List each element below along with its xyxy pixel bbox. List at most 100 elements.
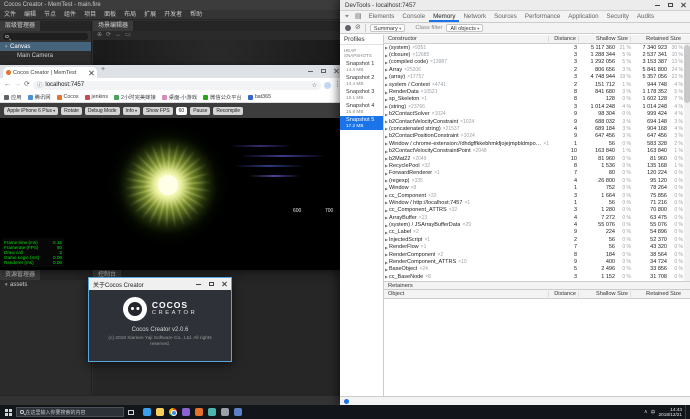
- objects-scope-select[interactable]: All objects: [446, 24, 483, 33]
- record-icon[interactable]: [345, 25, 351, 31]
- column-retained-size[interactable]: Retained Size: [630, 291, 690, 297]
- new-tab-button[interactable]: +: [101, 66, 105, 73]
- tray-expand-icon[interactable]: ∧: [644, 409, 648, 415]
- clear-icon[interactable]: ⊘: [355, 24, 361, 32]
- taskbar-app-icon[interactable]: [195, 408, 203, 416]
- heap-table-row[interactable]: RenderComponent_ATTRS ×10 9 400 0 % 34 7…: [384, 258, 690, 265]
- bookmark-item[interactable]: 腾讯网: [28, 93, 51, 101]
- about-title-bar[interactable]: 关于Cocos Creator: [89, 278, 231, 290]
- column-shallow-size[interactable]: Shallow Size: [578, 36, 630, 42]
- taskbar-app-icon[interactable]: [234, 408, 242, 416]
- preview-toolbar-button[interactable]: Debug Mode: [85, 107, 120, 115]
- forward-button[interactable]: →: [14, 80, 21, 90]
- address-bar[interactable]: ⓘ localhost:7457 ☆: [33, 81, 321, 90]
- table-scrollbar[interactable]: [684, 44, 690, 281]
- devtools-tab[interactable]: Network: [459, 11, 490, 22]
- heap-table-row[interactable]: b2ContactVelocityConstraint ×1024 9 688 …: [384, 118, 690, 125]
- column-retained-size[interactable]: Retained Size: [630, 36, 690, 42]
- heap-table-row[interactable]: BaseObject ×24 5 2 496 0 % 33 856 0 %: [384, 266, 690, 273]
- heap-table-row[interactable]: Window ×8 1 752 0 % 78 264 0 %: [384, 184, 690, 191]
- heap-table-row[interactable]: Window / chrome-extension://dhdgffkkebhm…: [384, 140, 690, 147]
- asset-item[interactable]: ▼ assets: [0, 280, 91, 289]
- column-shallow-size[interactable]: Shallow Size: [578, 291, 630, 297]
- bookmark-item[interactable]: jenkins: [85, 94, 109, 100]
- preview-toolbar-button[interactable]: Pause: [190, 107, 210, 115]
- heap-table-row[interactable]: b2ContactVelocityConstraintPoint ×2048 1…: [384, 147, 690, 154]
- snapshot-item[interactable]: Snapshot 3 15.1 MB: [340, 88, 383, 102]
- preview-toolbar-button[interactable]: Show FPS: [143, 107, 173, 115]
- heap-table-row[interactable]: (concatenated string) ×21537 4 689 184 3…: [384, 125, 690, 132]
- heap-table-row[interactable]: b2ContactPositionConstraint ×1024 9 647 …: [384, 133, 690, 140]
- show-desktop-button[interactable]: [685, 405, 688, 419]
- tab-assets[interactable]: 资源管理器: [0, 270, 40, 280]
- hierarchy-search-input[interactable]: [3, 33, 88, 40]
- devtools-tab[interactable]: Performance: [521, 11, 564, 22]
- bookmark-item[interactable]: bat365: [248, 94, 271, 100]
- heap-table-row[interactable]: RenderData ×10521 8 841 680 3 % 1 178 35…: [384, 88, 690, 95]
- devtools-tab[interactable]: Application: [564, 11, 602, 22]
- hierarchy-node[interactable]: Main Camera: [0, 51, 91, 60]
- back-button[interactable]: ←: [4, 80, 11, 90]
- devtools-tab[interactable]: Elements: [365, 11, 399, 22]
- hierarchy-node[interactable]: ▼ Canvas: [0, 42, 91, 51]
- devtools-tab[interactable]: Sources: [490, 11, 521, 22]
- heap-table-row[interactable]: (array) ×17757 3 4 748 944 19 % 5 357 05…: [384, 74, 690, 81]
- maximize-button[interactable]: [205, 278, 218, 290]
- snapshot-item[interactable]: Snapshot 4 16.8 MB: [340, 102, 383, 116]
- heap-table-row[interactable]: cc_Component ×32 3 1 664 0 % 75 856 0 %: [384, 192, 690, 199]
- taskbar-app-icon[interactable]: [156, 408, 164, 416]
- heap-table-row[interactable]: (string) ×23766 3 1 014 248 4 % 1 014 24…: [384, 103, 690, 110]
- bookmark-item[interactable]: 应用: [4, 93, 22, 101]
- refresh-button[interactable]: ⟳: [24, 80, 30, 90]
- heap-table-row[interactable]: RecyclePool ×32 8 1 536 0 % 135 168 1 %: [384, 162, 690, 169]
- minimize-button[interactable]: [651, 0, 664, 11]
- bookmark-item[interactable]: 2小时完美嫁接: [114, 93, 156, 101]
- preview-toolbar-button[interactable]: Recompile: [213, 107, 243, 115]
- start-button[interactable]: [0, 405, 16, 419]
- taskbar-search-input[interactable]: 在这里输入你要搜索的内容: [16, 407, 124, 417]
- snapshot-item[interactable]: Snapshot 2 14.4 MB: [340, 74, 383, 88]
- heap-table-row[interactable]: Array ×25206 2 806 656 3 % 5 841 800 24 …: [384, 66, 690, 73]
- cocos-menu-item[interactable]: 节点: [40, 10, 60, 19]
- heap-table-row[interactable]: b2ContactSolver ×1024 9 98 304 0 % 999 4…: [384, 111, 690, 118]
- cocos-menu-item[interactable]: 扩展: [140, 10, 160, 19]
- heap-table-row[interactable]: (closure) ×12685 3 1 288 344 5 % 2 537 3…: [384, 51, 690, 58]
- tab-scene-editor[interactable]: 场景编辑器: [93, 21, 133, 31]
- tab-close-icon[interactable]: [89, 70, 94, 75]
- devtools-tab[interactable]: Audits: [633, 11, 658, 22]
- heap-table-row[interactable]: InjectedScript ×1 2 56 0 % 52 370 0 %: [384, 236, 690, 243]
- close-button[interactable]: [677, 0, 690, 11]
- heap-table-row[interactable]: (regexp) ×335 4 26 800 0 % 95 120 0 %: [384, 177, 690, 184]
- preview-toolbar-button[interactable]: Info: [123, 107, 140, 115]
- task-view-button[interactable]: [124, 410, 138, 415]
- device-toolbar-icon[interactable]: ▤: [352, 11, 365, 22]
- cocos-menu-item[interactable]: 组件: [60, 10, 80, 19]
- ime-indicator[interactable]: 中: [651, 409, 656, 416]
- game-canvas[interactable]: 600700 Frame time (ms) 0.18 Framerate (F…: [0, 118, 345, 270]
- column-distance[interactable]: Distance: [548, 291, 578, 297]
- taskbar-app-icon[interactable]: [169, 408, 177, 416]
- heap-table-row[interactable]: sp_Skeleton ×1 8 128 0 % 1 602 128 7 %: [384, 96, 690, 103]
- browser-tab[interactable]: Cocos Creator | MemTest: [3, 67, 97, 78]
- maximize-button[interactable]: [317, 65, 330, 77]
- bookmark-star-icon[interactable]: ☆: [312, 82, 317, 89]
- cocos-title-bar[interactable]: Cocos Creator - MemTest - main.fire: [0, 0, 345, 10]
- heap-table-row[interactable]: RenderComponent ×2 8 184 0 % 38 564 0 %: [384, 251, 690, 258]
- snapshot-item[interactable]: Snapshot 1 14.4 MB: [340, 60, 383, 74]
- rotate-tool-icon[interactable]: ⟳: [106, 31, 111, 40]
- heap-table-row[interactable]: cc_Label ×2 9 224 0 % 54 896 0 %: [384, 229, 690, 236]
- minimize-button[interactable]: [192, 278, 205, 290]
- preview-toolbar-button[interactable]: Apple iPhone 6 Plus: [4, 107, 58, 115]
- devtools-tab[interactable]: Security: [603, 11, 633, 22]
- minimize-button[interactable]: [304, 65, 317, 77]
- bookmark-item[interactable]: 微信公众平台: [203, 93, 242, 101]
- snapshot-item[interactable]: Snapshot 5 17.2 MB: [340, 116, 383, 130]
- column-object[interactable]: Object: [384, 291, 548, 297]
- taskbar-app-icon[interactable]: [208, 408, 216, 416]
- cocos-menu-item[interactable]: 面板: [100, 10, 120, 19]
- close-button[interactable]: [218, 278, 231, 290]
- heap-table-row[interactable]: (compiled code) ×13987 3 1 292 056 5 % 3…: [384, 59, 690, 66]
- rect-tool-icon[interactable]: ▭: [125, 31, 131, 40]
- scrollbar-thumb[interactable]: [684, 45, 690, 103]
- heap-table-row[interactable]: ForwardRenderer ×1 7 80 0 % 120 224 0 %: [384, 170, 690, 177]
